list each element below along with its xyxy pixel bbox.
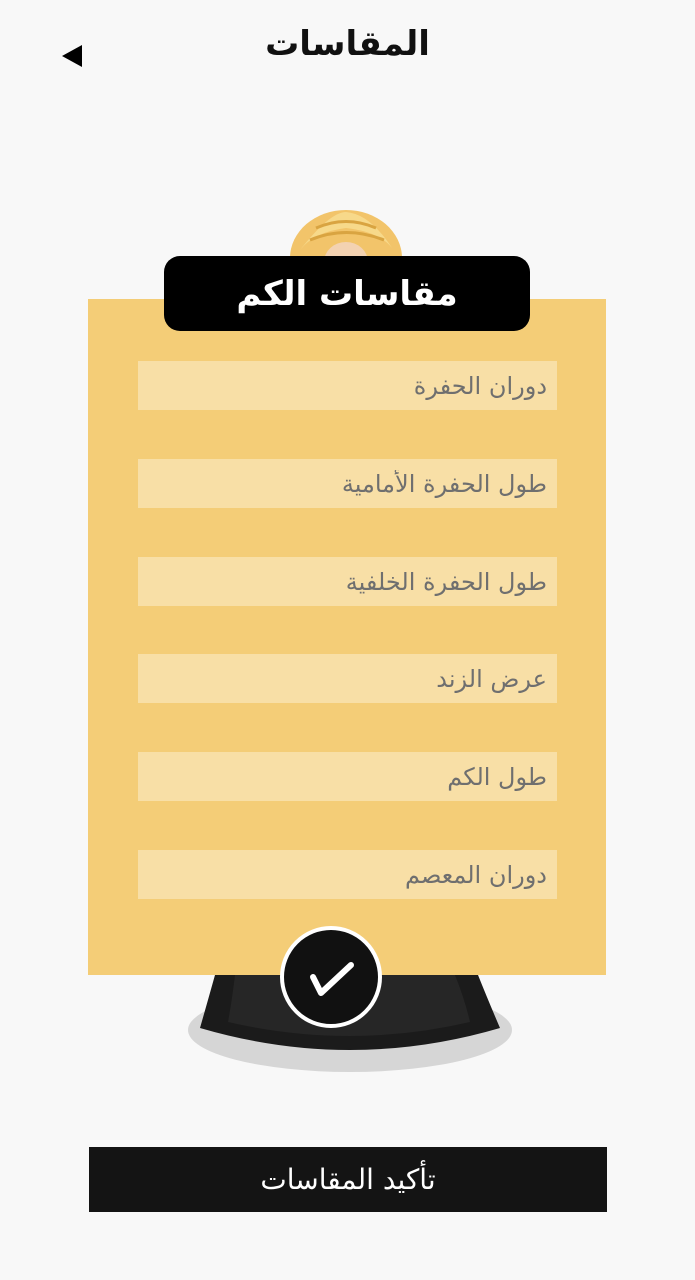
wrist-circumference-input[interactable] [138,850,557,899]
front-armhole-length-input[interactable] [138,459,557,508]
check-button[interactable] [280,926,382,1028]
back-armhole-length-input[interactable] [138,557,557,606]
checkmark-icon [310,962,354,996]
forearm-width-input[interactable] [138,654,557,703]
sleeve-length-input[interactable] [138,752,557,801]
page-title: المقاسات [265,24,430,64]
card-title: مقاسات الكم [164,256,530,331]
confirm-measurements-button[interactable]: تأكيد المقاسات [89,1147,607,1212]
armhole-circumference-input[interactable] [138,361,557,410]
app-header: المقاسات [0,0,695,100]
